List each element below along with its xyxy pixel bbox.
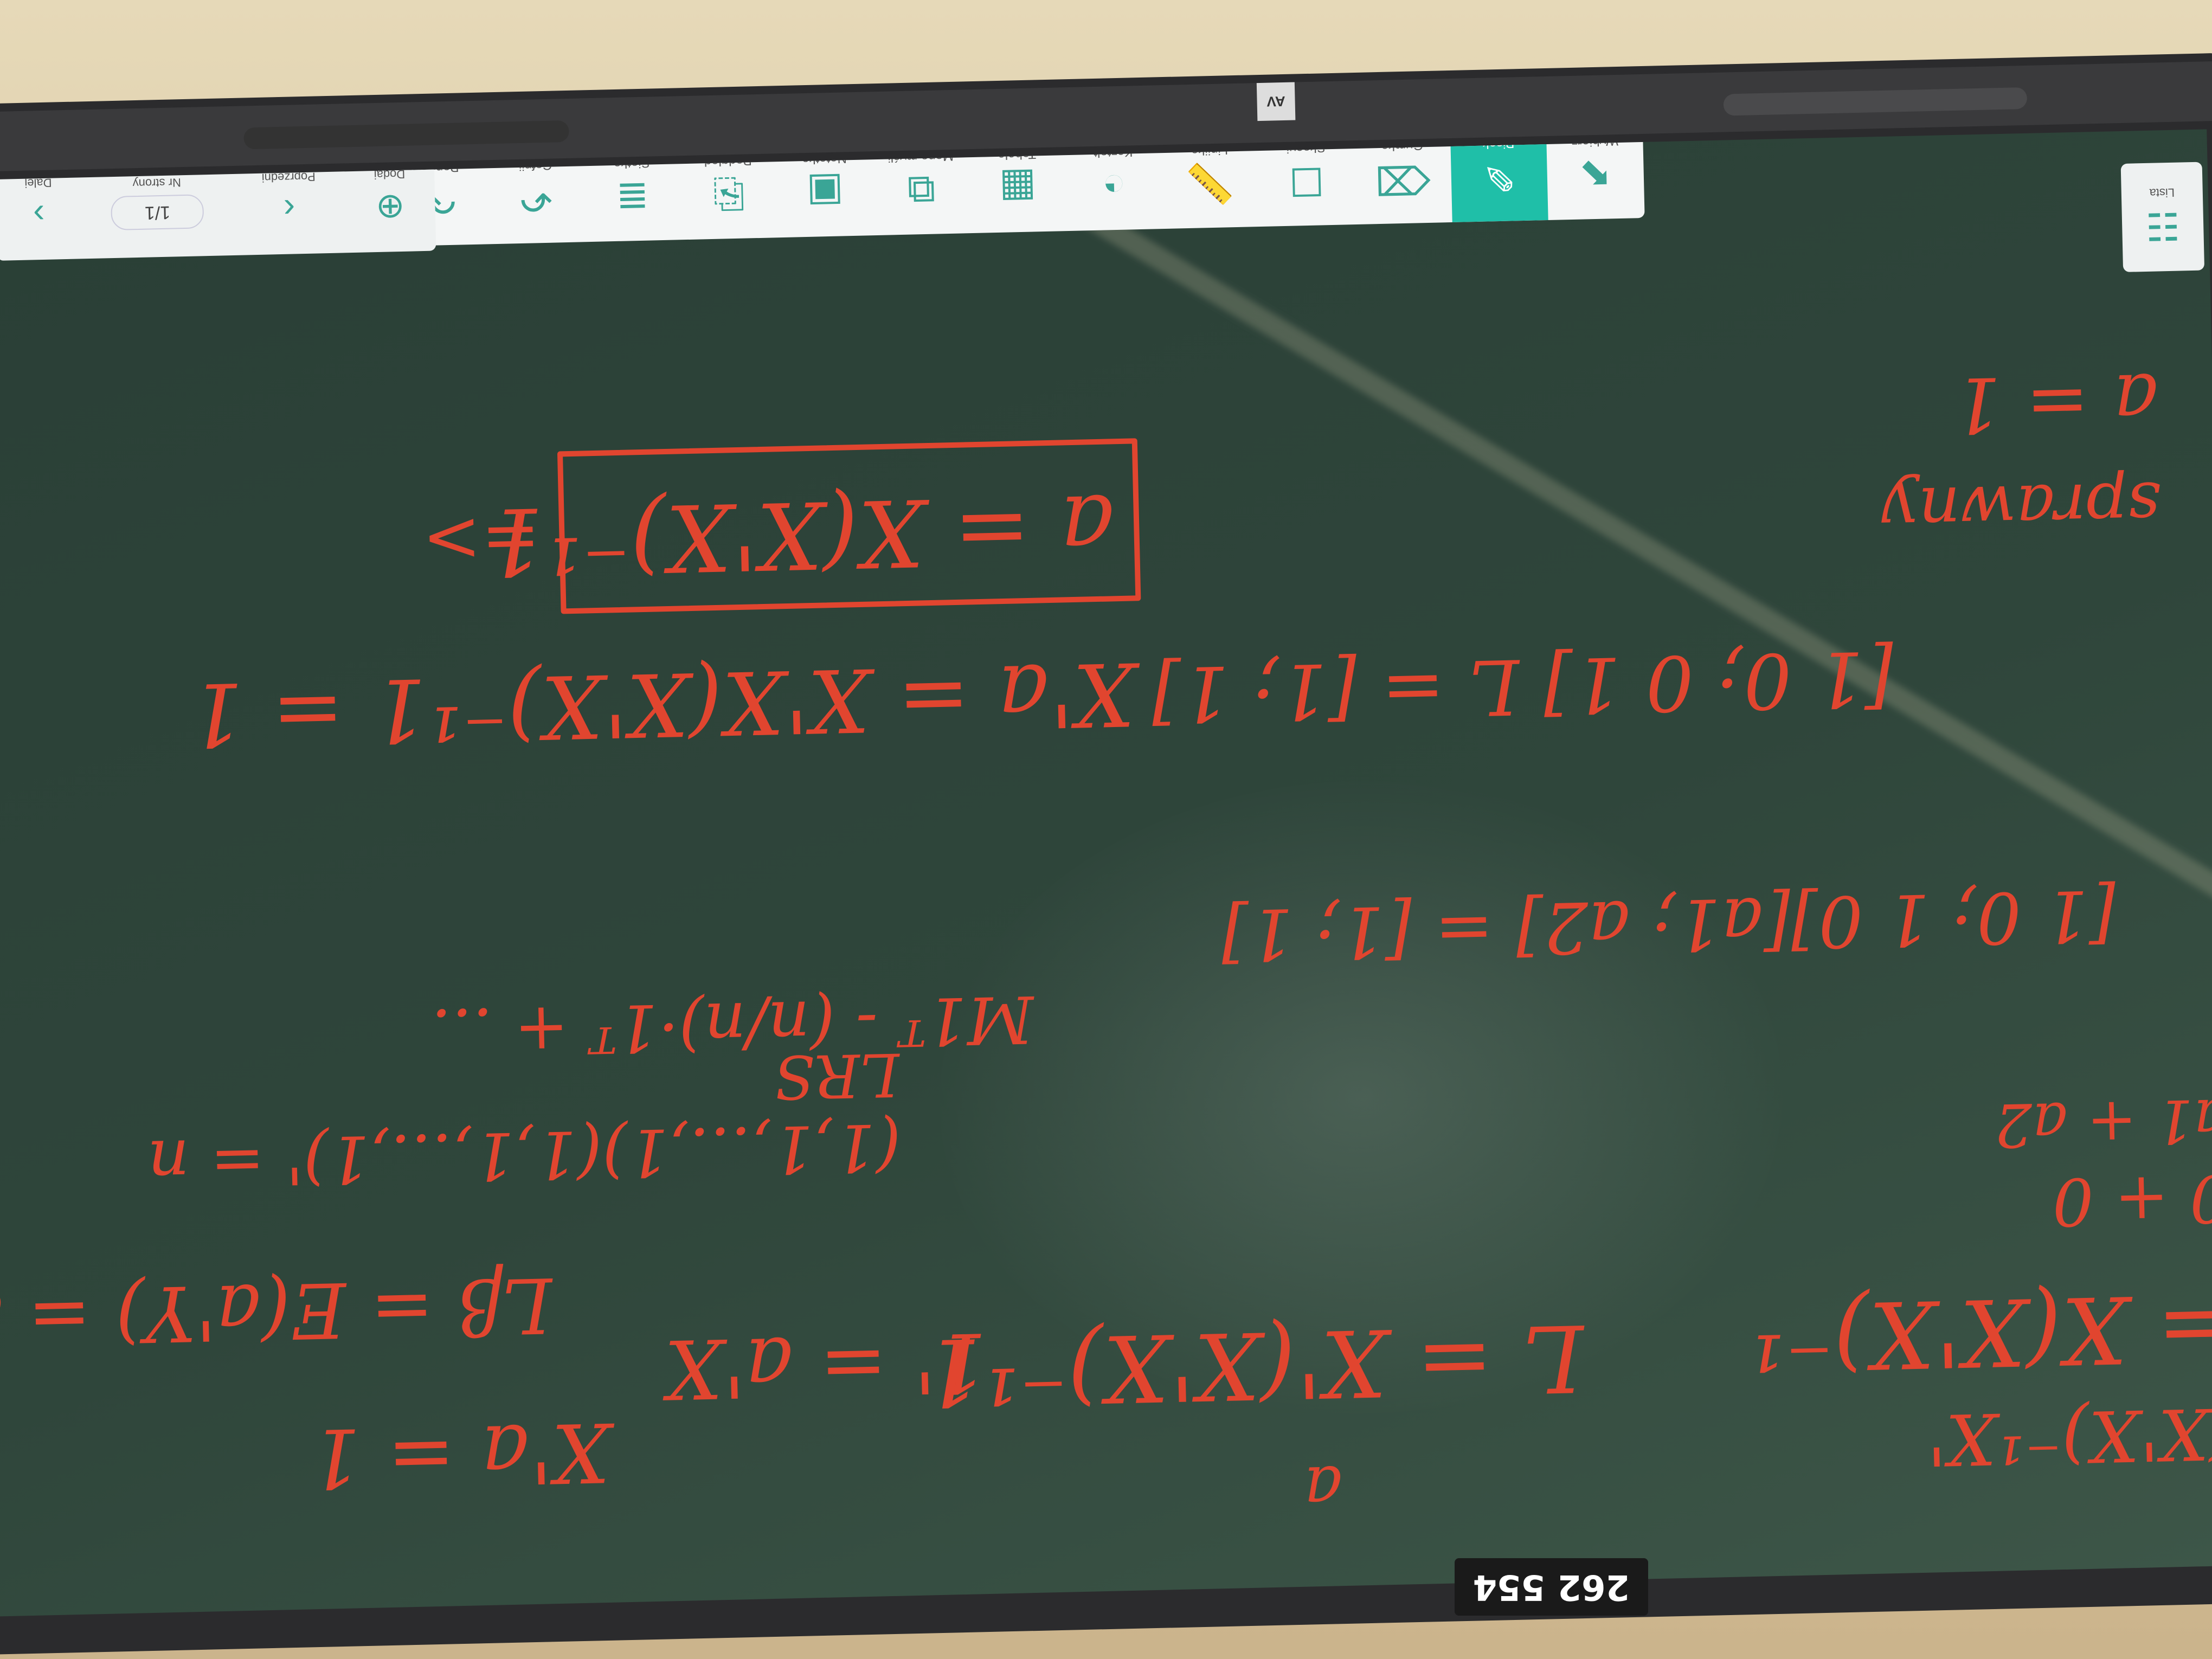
list-icon: ☷ xyxy=(2145,204,2181,248)
line-xa2: X'a = 1 xyxy=(308,1404,616,1506)
m1t-line: M1ᵀ - (n/n)·1ᵀ + ... xyxy=(430,981,1036,1070)
one-n: (1,1,...,1)(1,1,...,1)' = n xyxy=(147,1109,902,1201)
mind-map-icon: ⧉ xyxy=(906,168,936,212)
plus-circle-icon: ⊕ xyxy=(375,188,406,228)
grid-icon: ≣ xyxy=(615,174,650,218)
prev-label: Poprzedni xyxy=(261,170,316,185)
select-arrow-icon: ⬉ xyxy=(1578,152,1613,197)
preview-icon: ⎘ xyxy=(712,172,745,216)
xtx-formula: (X'X)⁻¹X' xyxy=(1926,1392,2212,1481)
matrix-two: [1 0; 0 1] L = [1; 1] xyxy=(1150,633,1895,738)
tool-pen[interactable]: ✎ Pisak xyxy=(1449,129,1549,222)
tool-label: Siatka xyxy=(613,155,650,171)
clear-icon: ☐ xyxy=(1288,159,1325,203)
page-number: 1/1 xyxy=(111,194,204,231)
add-page-button[interactable]: ⊕ Dodaj xyxy=(374,167,406,228)
lrs-note: LRS xyxy=(774,1039,902,1111)
asset-badge: 262 554 xyxy=(1454,1558,1648,1616)
hat-beta: Lβ = E(a'Y) = a'EY = a'Xβ, bo E xyxy=(0,1260,555,1376)
undo-icon: ↶ xyxy=(519,176,553,221)
chevron-left-icon: ‹ xyxy=(283,190,296,229)
page-indicator[interactable]: 1/1 Nr strony xyxy=(110,175,204,231)
board-bezel: a = X(X'X)⁻¹1 => X'a = X'X(X'X)⁻¹1 = 1 s… xyxy=(0,53,2212,1655)
add-label: Dodaj xyxy=(374,168,406,182)
word-sprawny: sprawny xyxy=(1880,467,2162,549)
tool-label: Linijka xyxy=(1191,142,1229,158)
next-label: Dalej xyxy=(24,176,52,190)
board-screen[interactable]: a = X(X'X)⁻¹1 => X'a = X'X(X'X)⁻¹1 = 1 s… xyxy=(0,129,2212,1617)
o-plus: 0 + 0 xyxy=(2052,1160,2212,1239)
tool-label: Kształt xyxy=(1094,144,1133,160)
ink-layer: a = X(X'X)⁻¹1 => X'a = X'X(X'X)⁻¹1 = 1 s… xyxy=(0,356,2212,1527)
brand-logo: AV xyxy=(1256,82,1296,121)
tool-clear[interactable]: ☐ Skasuj xyxy=(1257,129,1356,227)
ruler-icon: 📏 xyxy=(1185,161,1236,206)
chevron-right-icon: › xyxy=(33,195,46,235)
eraser-icon: ⌫ xyxy=(1374,156,1431,202)
page-number-label: Nr strony xyxy=(132,176,182,191)
underbrace-a: a xyxy=(1303,1451,1344,1527)
implies-arrow: => xyxy=(421,497,541,582)
left-formula: = X(X'X)⁻¹ xyxy=(1746,1272,2212,1391)
next-page-button[interactable]: › Dalej xyxy=(24,176,53,236)
line-xa: X'a = X'X(X'X)⁻¹1 = 1 xyxy=(188,642,1142,766)
tool-label: Skasuj xyxy=(1286,140,1326,156)
table-icon: ▦ xyxy=(999,165,1037,210)
tool-select-arrow[interactable]: ⬉ Wybierz xyxy=(1546,129,1644,220)
note-icon: ▣ xyxy=(806,170,844,214)
prev-page-button[interactable]: ‹ Poprzedni xyxy=(261,170,317,230)
list-button[interactable]: ☷ Lista xyxy=(2120,162,2205,272)
tool-label: Tabela xyxy=(998,146,1037,162)
l-eq: L = X'(X'X)⁻¹1 xyxy=(922,1303,1587,1426)
interactive-whiteboard: a = X(X'X)⁻¹1 => X'a = X'X(X'X)⁻¹1 = 1 s… xyxy=(0,0,2212,1659)
matrix-eq: [1 0; 1 0][a1; a2] = [1; 1] xyxy=(1220,874,2117,976)
tool-eraser[interactable]: ⌫ Gumka xyxy=(1353,129,1452,224)
list-label: Lista xyxy=(2149,185,2175,200)
a-plus: a1 + a2 xyxy=(1994,1085,2212,1160)
pen-icon: ✎ xyxy=(1482,155,1516,199)
tool-label: Cofnij xyxy=(518,157,552,173)
tool-label: Pisak xyxy=(1482,136,1515,151)
a-eq-1: a = 1 xyxy=(1952,356,2159,449)
boxed-formula: a = X(X'X)⁻¹1 xyxy=(485,473,1116,595)
shape-icon: ◔ xyxy=(1102,163,1127,208)
